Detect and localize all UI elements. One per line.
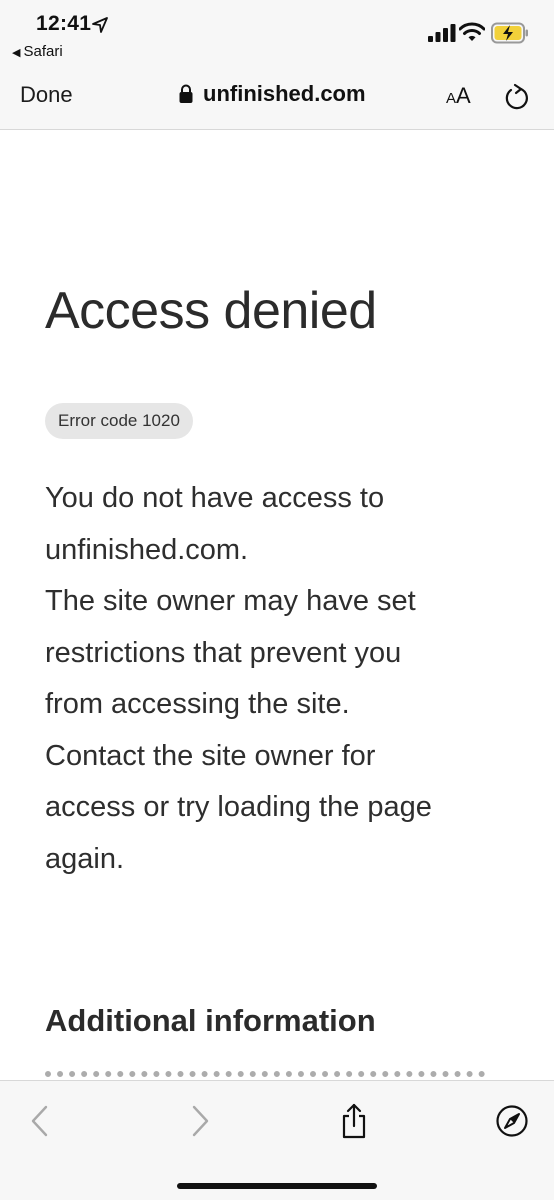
share-button[interactable] — [334, 1101, 374, 1141]
clipped-text-line — [45, 1071, 525, 1080]
back-button[interactable] — [20, 1101, 60, 1141]
message-line: The site owner may have set — [45, 585, 416, 617]
message-line: from accessing the site. — [45, 688, 350, 720]
address-bar[interactable]: unfinished.com — [178, 81, 366, 107]
done-button[interactable]: Done — [20, 82, 73, 108]
text-size-big-label: A — [456, 83, 471, 108]
share-icon — [342, 1103, 366, 1139]
message-line: access or try loading the page — [45, 791, 432, 823]
cellular-signal-icon — [428, 24, 456, 42]
back-to-app-link[interactable]: ◀ Safari — [12, 43, 63, 60]
message-line: unfinished.com. — [45, 533, 249, 566]
back-triangle-icon: ◀ — [12, 47, 21, 59]
text-size-button[interactable]: AA — [446, 83, 471, 109]
forward-button[interactable] — [180, 1101, 220, 1141]
back-app-label: Safari — [23, 43, 63, 60]
status-bar: 12:41 ◀ Safari — [0, 0, 554, 68]
error-code-badge: Error code 1020 — [45, 403, 193, 439]
message-line: restrictions that prevent you — [45, 636, 402, 669]
lock-icon — [179, 84, 193, 103]
message-line: Contact the site owner for — [45, 739, 376, 772]
bottom-toolbar — [0, 1080, 554, 1200]
clipped-text-fragment — [45, 1071, 485, 1080]
url-text: unfinished.com — [203, 81, 366, 106]
open-in-safari-button[interactable] — [492, 1101, 532, 1141]
page-content[interactable]: Access denied Error code 1020 You do not… — [0, 131, 554, 1080]
page-title: Access denied — [45, 282, 377, 340]
reload-icon[interactable] — [502, 82, 530, 112]
message-line: You do not have access to — [45, 482, 385, 514]
message-line: again. — [45, 842, 125, 875]
browser-nav-bar: Done unfinished.com AA — [0, 68, 554, 130]
chevron-right-icon — [192, 1105, 209, 1137]
home-indicator[interactable] — [177, 1183, 377, 1189]
location-arrow-icon — [92, 17, 108, 33]
error-message: You do not have access to unfinished.com… — [45, 473, 525, 885]
section-heading: Additional information — [45, 1003, 376, 1038]
status-time: 12:41 — [36, 12, 92, 35]
chevron-left-icon — [31, 1105, 48, 1137]
compass-icon — [496, 1105, 528, 1137]
wifi-icon — [459, 22, 485, 41]
battery-charging-icon — [491, 22, 528, 44]
text-size-small-label: A — [446, 90, 457, 107]
